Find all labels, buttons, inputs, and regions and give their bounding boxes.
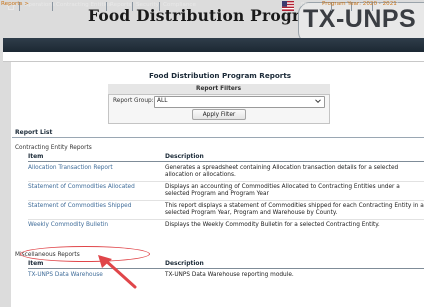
- report-desc: Displays the Weekly Commodity Bulletin f…: [165, 222, 380, 228]
- row-divider: [28, 219, 424, 220]
- column-header-item: Item: [28, 260, 44, 267]
- report-link-allocation-transaction[interactable]: Allocation Transaction Report: [28, 165, 113, 171]
- column-header-description: Description: [165, 153, 204, 160]
- nav-compliance[interactable]: Compliance: [163, 2, 196, 8]
- nav-separator: [159, 2, 160, 11]
- report-filters-title: Report Filters: [196, 86, 242, 92]
- header-divider: [28, 161, 424, 162]
- report-link-weekly-commodity-bulletin[interactable]: Weekly Commodity Bulletin: [28, 222, 108, 228]
- report-list-heading: Report List: [15, 129, 53, 136]
- report-link-data-warehouse[interactable]: TX-UNPS Data Warehouse: [28, 272, 103, 278]
- report-desc: Generates a spreadsheet containing Alloc…: [165, 165, 399, 178]
- report-desc: TX-UNPS Data Warehouse reporting module.: [165, 272, 294, 278]
- report-desc: Displays an accounting of Commodities Al…: [165, 184, 400, 197]
- arrow-pointer-icon: [98, 255, 137, 289]
- nav-contracting-entities[interactable]: Contracting Entities: [56, 2, 111, 8]
- nav-separator: [106, 2, 107, 11]
- header-divider: [28, 268, 424, 269]
- breadcrumb-bar: [3, 52, 424, 62]
- chevron-down-icon[interactable]: [314, 97, 322, 105]
- report-group-label: Report Group:: [113, 98, 154, 104]
- column-header-item: Item: [28, 153, 44, 160]
- brand-logo: TX-UNPS: [303, 5, 417, 33]
- apply-filter-button[interactable]: Apply Filter: [192, 109, 246, 120]
- page-title: Food Distribution Program Reports: [149, 71, 292, 80]
- group-label-contracting: Contracting Entity Reports: [15, 145, 92, 151]
- report-desc: This report displays a statement of Comm…: [165, 203, 424, 216]
- main-nav-bar: [3, 38, 424, 52]
- flag-icon: [282, 1, 294, 11]
- nav-security[interactable]: Security: [136, 2, 159, 8]
- nav-separator: [52, 2, 53, 11]
- breadcrumb[interactable]: Reports >: [1, 1, 29, 7]
- nav-separator: [132, 2, 133, 11]
- nav-reports[interactable]: Reports: [110, 2, 131, 8]
- column-header-description: Description: [165, 260, 204, 267]
- row-divider: [28, 200, 424, 201]
- row-divider: [28, 181, 424, 182]
- report-link-commodities-shipped[interactable]: Statement of Commodities Shipped: [28, 203, 131, 209]
- report-group-select[interactable]: [154, 96, 325, 108]
- report-group-value: ALL: [157, 98, 168, 104]
- section-divider: [12, 137, 424, 138]
- program-year-label: Program Year: 2020 - 2021: [322, 1, 397, 7]
- report-link-commodities-allocated[interactable]: Statement of Commodities Allocated: [28, 184, 135, 190]
